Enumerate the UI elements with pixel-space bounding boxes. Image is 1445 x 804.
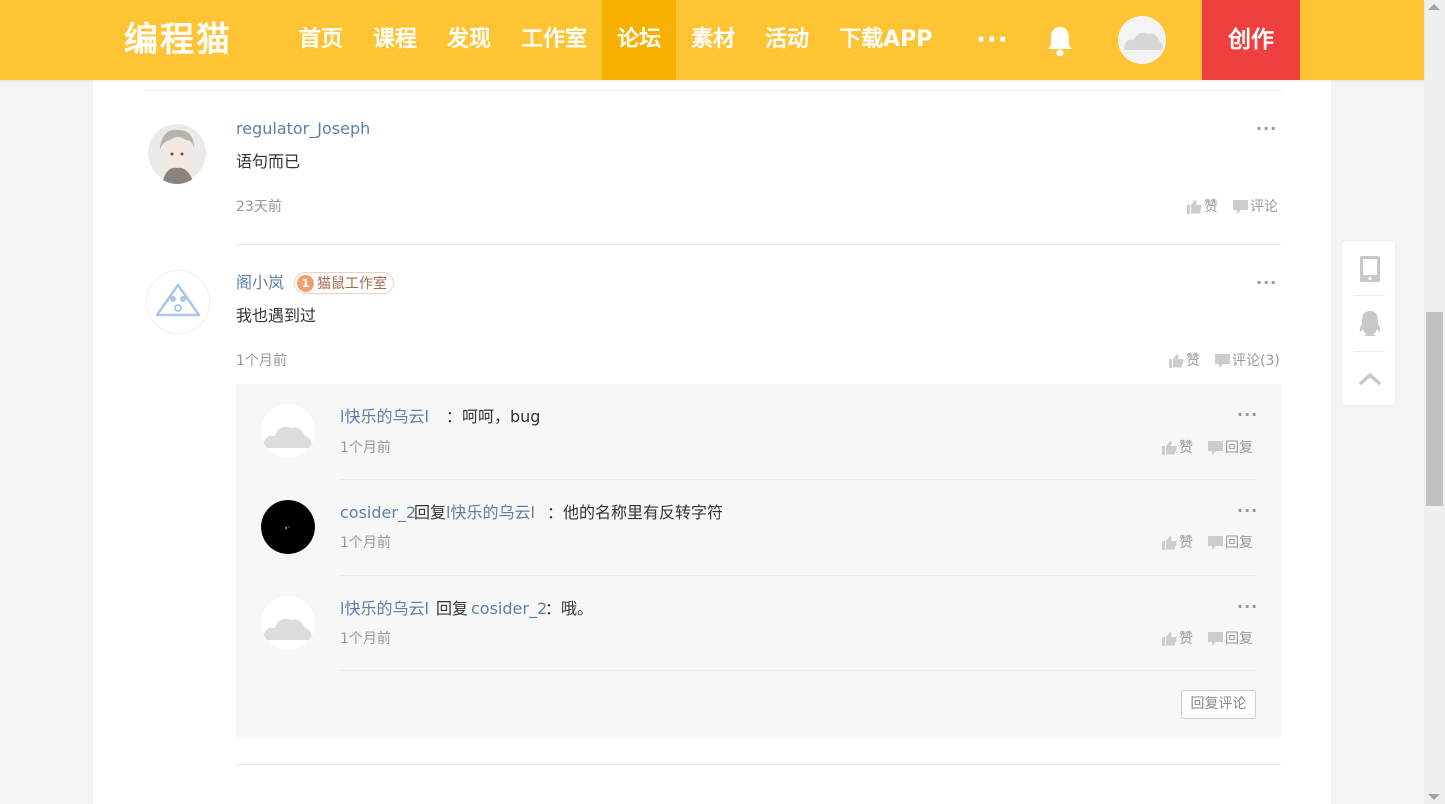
- reply-word: 回复: [414, 503, 447, 522]
- chevron-up-icon: [1358, 372, 1381, 385]
- avatar-reply-1[interactable]: [261, 404, 315, 458]
- reply-word: 回复: [436, 599, 469, 618]
- more-options-icon[interactable]: ···: [1237, 407, 1258, 423]
- like-button[interactable]: 赞: [1162, 629, 1193, 649]
- comment-label: 评论(3): [1232, 353, 1280, 369]
- mobile-app-button[interactable]: [1342, 241, 1397, 296]
- comment-label: 评论: [1250, 199, 1278, 215]
- reply-author[interactable]: l快乐的乌云l: [340, 598, 429, 620]
- scroll-up-arrow-icon[interactable]: [1428, 4, 1440, 10]
- thumbs-up-icon: [1162, 632, 1177, 646]
- comment-author[interactable]: regulator_Joseph: [236, 118, 370, 140]
- bell-icon[interactable]: [1044, 24, 1076, 58]
- replies-box: [236, 384, 1281, 738]
- reply-label: 回复: [1225, 631, 1253, 647]
- back-to-top-button[interactable]: [1342, 351, 1397, 406]
- thumbs-up-icon: [1162, 536, 1177, 550]
- reply-text: ：呵呵，bug: [446, 407, 541, 426]
- avatar-reply-2[interactable]: [261, 500, 315, 554]
- badge-label: 猫鼠工作室: [317, 276, 387, 292]
- divider: [144, 90, 1281, 91]
- comment-icon: [1208, 441, 1223, 455]
- divider: [340, 670, 1256, 671]
- like-label: 赞: [1179, 631, 1193, 647]
- avatar-reply-3[interactable]: [261, 596, 315, 650]
- site-logo[interactable]: 编程猫: [124, 18, 232, 62]
- reply-target[interactable]: cosider_2: [471, 598, 547, 620]
- reply-text: ：哦。: [545, 599, 594, 618]
- reply-time: 1个月前: [340, 535, 391, 551]
- phone-icon: [1359, 255, 1380, 282]
- reply-target[interactable]: l快乐的乌云l: [446, 502, 535, 524]
- reply-time: 1个月前: [340, 440, 391, 456]
- thumbs-up-icon: [1187, 200, 1202, 214]
- like-label: 赞: [1179, 535, 1193, 551]
- reply-comment-button[interactable]: 回复评论: [1181, 690, 1256, 719]
- more-options-icon[interactable]: ···: [1256, 121, 1277, 137]
- qq-icon: [1359, 310, 1380, 336]
- nav-item-download-app[interactable]: 下载APP: [824, 0, 947, 80]
- like-button[interactable]: 赞: [1187, 197, 1218, 217]
- like-label: 赞: [1179, 440, 1193, 456]
- nav-item-forum[interactable]: 论坛: [602, 0, 677, 80]
- like-label: 赞: [1186, 353, 1200, 369]
- avatar-ge-xiao-lan[interactable]: [146, 270, 210, 334]
- nav-item-studio[interactable]: 工作室: [506, 0, 602, 80]
- comment-time: 1个月前: [236, 353, 287, 369]
- comment-text: 语句而已: [236, 152, 301, 171]
- divider: [236, 764, 1281, 765]
- reply-text: ：他的名称里有反转字符: [547, 503, 724, 522]
- reply-label: 回复: [1225, 535, 1253, 551]
- avatar-regulator-joseph[interactable]: [148, 122, 206, 184]
- nav-item-courses[interactable]: 课程: [358, 0, 432, 80]
- more-options-icon[interactable]: ···: [1237, 599, 1258, 615]
- floating-sidebar: [1341, 240, 1396, 406]
- scroll-down-arrow-icon[interactable]: [1428, 794, 1440, 800]
- nav-item-events[interactable]: 活动: [750, 0, 824, 80]
- nav-more-button[interactable]: ···: [976, 0, 1009, 80]
- user-avatar[interactable]: [1118, 16, 1166, 64]
- reply-time: 1个月前: [340, 631, 391, 647]
- comment-icon: [1233, 200, 1248, 214]
- qq-button[interactable]: [1342, 296, 1397, 351]
- like-button[interactable]: 赞: [1162, 438, 1193, 458]
- reply-button[interactable]: 回复: [1208, 533, 1253, 553]
- create-button[interactable]: 创作: [1202, 0, 1300, 80]
- comment-button[interactable]: 评论: [1233, 197, 1278, 217]
- comment-icon: [1215, 354, 1230, 368]
- top-nav: 编程猫 首页 课程 发现 工作室 论坛 素材 活动 下载APP ··· 创作: [0, 0, 1424, 80]
- nav-item-home[interactable]: 首页: [284, 0, 358, 80]
- divider: [236, 244, 1281, 245]
- comment-text: 我也遇到过: [236, 306, 317, 325]
- like-button[interactable]: 赞: [1169, 351, 1200, 371]
- scrollbar-thumb[interactable]: [1426, 312, 1443, 506]
- comment-button[interactable]: 评论(3): [1215, 351, 1280, 371]
- nav-menu: 首页 课程 发现 工作室 论坛 素材 活动 下载APP: [284, 0, 947, 80]
- nav-item-materials[interactable]: 素材: [676, 0, 750, 80]
- nav-item-discover[interactable]: 发现: [432, 0, 506, 80]
- comment-icon: [1208, 536, 1223, 550]
- thumbs-up-icon: [1169, 354, 1184, 368]
- badge-level: 1: [297, 274, 314, 292]
- more-options-icon[interactable]: ···: [1256, 275, 1277, 291]
- like-label: 赞: [1204, 199, 1218, 215]
- divider: [340, 575, 1256, 576]
- thumbs-up-icon: [1162, 441, 1177, 455]
- like-button[interactable]: 赞: [1162, 533, 1193, 553]
- studio-badge[interactable]: 1 猫鼠工作室: [294, 272, 394, 294]
- reply-button[interactable]: 回复: [1208, 629, 1253, 649]
- reply-button[interactable]: 回复: [1208, 438, 1253, 458]
- divider: [340, 479, 1256, 480]
- reply-label: 回复: [1225, 440, 1253, 456]
- more-options-icon[interactable]: ···: [1237, 503, 1258, 519]
- comment-author[interactable]: 阁小岚: [236, 272, 284, 294]
- comment-time: 23天前: [236, 199, 282, 215]
- comment-icon: [1208, 632, 1223, 646]
- reply-author[interactable]: cosider_2: [340, 502, 416, 524]
- reply-author[interactable]: l快乐的乌云l: [340, 406, 429, 428]
